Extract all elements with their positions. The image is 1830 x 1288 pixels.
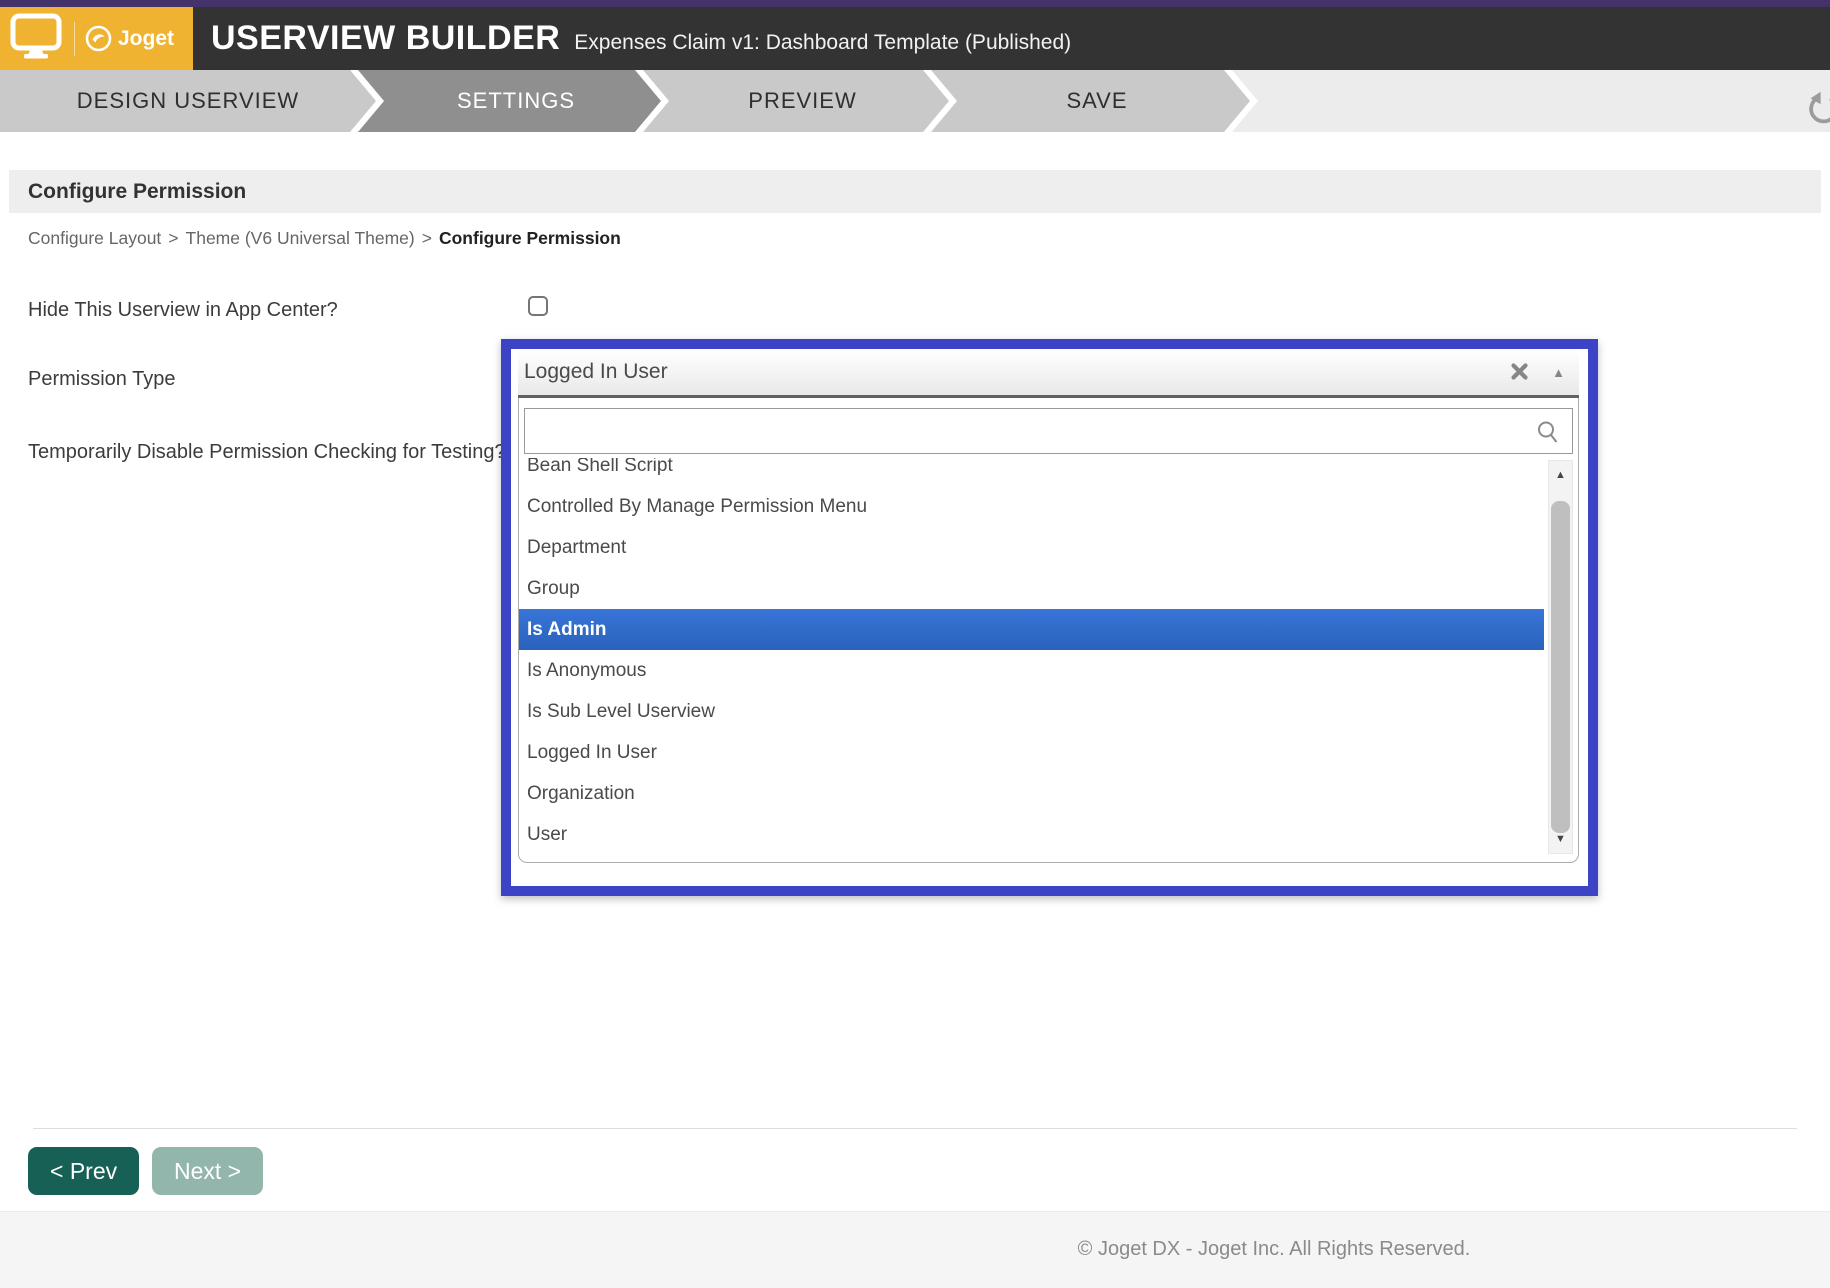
dropdown-scrollbar[interactable]: ▲ ▼	[1548, 460, 1573, 854]
top-accent-strip	[0, 0, 1830, 7]
breadcrumb-configure-layout[interactable]: Configure Layout	[28, 228, 161, 248]
permission-selected-value[interactable]: Logged In User ▲	[518, 349, 1579, 398]
dropdown-results: Bean Shell Script Controlled By Manage P…	[519, 458, 1578, 862]
joget-logo: Joget	[85, 25, 174, 52]
page-title: Configure Permission	[28, 180, 246, 204]
scrollbar-thumb[interactable]	[1551, 501, 1570, 833]
breadcrumb-current: Configure Permission	[439, 228, 621, 248]
hide-userview-checkbox[interactable]	[528, 296, 548, 316]
disable-permission-label: Temporarily Disable Permission Checking …	[28, 438, 506, 466]
next-button[interactable]: Next >	[152, 1147, 263, 1195]
app-title: USERVIEW BUILDER	[211, 19, 560, 58]
breadcrumb: Configure Layout > Theme (V6 Universal The…	[28, 228, 621, 249]
page: Joget USERVIEW BUILDER Expenses Claim v1…	[0, 0, 1830, 1288]
breadcrumb-theme[interactable]: Theme (V6 Universal Theme)	[186, 228, 415, 248]
permission-option[interactable]: Organization	[519, 773, 1544, 814]
page-heading-band: Configure Permission	[9, 170, 1821, 213]
permission-option[interactable]: Is Anonymous	[519, 650, 1544, 691]
monitor-icon	[10, 13, 62, 64]
scrollbar-down-icon[interactable]: ▼	[1549, 827, 1572, 851]
permission-option[interactable]: Logged In User	[519, 732, 1544, 773]
tabs-filler	[1232, 70, 1830, 132]
permission-option[interactable]: Bean Shell Script	[519, 458, 1544, 486]
permission-dropdown-panel: Bean Shell Script Controlled By Manage P…	[518, 398, 1579, 863]
close-icon[interactable]	[1510, 362, 1529, 387]
permission-option[interactable]: User	[519, 814, 1544, 855]
permission-option[interactable]: Department	[519, 527, 1544, 568]
actions-divider	[33, 1128, 1797, 1129]
permission-option[interactable]: Group	[519, 568, 1544, 609]
permission-option-highlighted[interactable]: Is Admin	[519, 609, 1544, 650]
title-block: USERVIEW BUILDER Expenses Claim v1: Dash…	[193, 19, 1071, 58]
tab-preview[interactable]: PREVIEW	[643, 70, 949, 132]
tab-save[interactable]: SAVE	[931, 70, 1250, 132]
scrollbar-up-icon[interactable]: ▲	[1549, 463, 1572, 487]
copyright-text: © Joget DX - Joget Inc. All Rights Reser…	[1078, 1238, 1471, 1261]
collapse-icon[interactable]: ▲	[1552, 365, 1565, 380]
permission-type-label: Permission Type	[28, 365, 175, 393]
footer: © Joget DX - Joget Inc. All Rights Reser…	[0, 1211, 1830, 1288]
joget-logo-text: Joget	[118, 27, 174, 51]
logo-block[interactable]: Joget	[0, 7, 193, 70]
builder-tabs: DESIGN USERVIEW SETTINGS PREVIEW SAVE	[0, 70, 1830, 132]
undo-icon[interactable]	[1804, 90, 1830, 128]
permission-option[interactable]: Is Sub Level Userview	[519, 691, 1544, 732]
dropdown-search-input[interactable]	[524, 408, 1573, 454]
app-header: Joget USERVIEW BUILDER Expenses Claim v1…	[0, 7, 1830, 70]
tab-design-userview[interactable]: DESIGN USERVIEW	[0, 70, 376, 132]
breadcrumb-separator: >	[168, 228, 178, 248]
dropdown-search	[519, 398, 1578, 458]
logo-divider	[74, 22, 75, 56]
breadcrumb-separator: >	[422, 228, 432, 248]
tab-settings[interactable]: SETTINGS	[358, 70, 661, 132]
permission-option[interactable]: Controlled By Manage Permission Menu	[519, 486, 1544, 527]
app-subtitle: Expenses Claim v1: Dashboard Template (P…	[574, 31, 1071, 55]
permission-type-dropdown: Logged In User ▲	[501, 339, 1598, 896]
joget-logo-icon	[85, 25, 112, 52]
hide-userview-label: Hide This Userview in App Center?	[28, 296, 338, 324]
search-icon	[1536, 420, 1560, 451]
prev-button[interactable]: < Prev	[28, 1147, 139, 1195]
